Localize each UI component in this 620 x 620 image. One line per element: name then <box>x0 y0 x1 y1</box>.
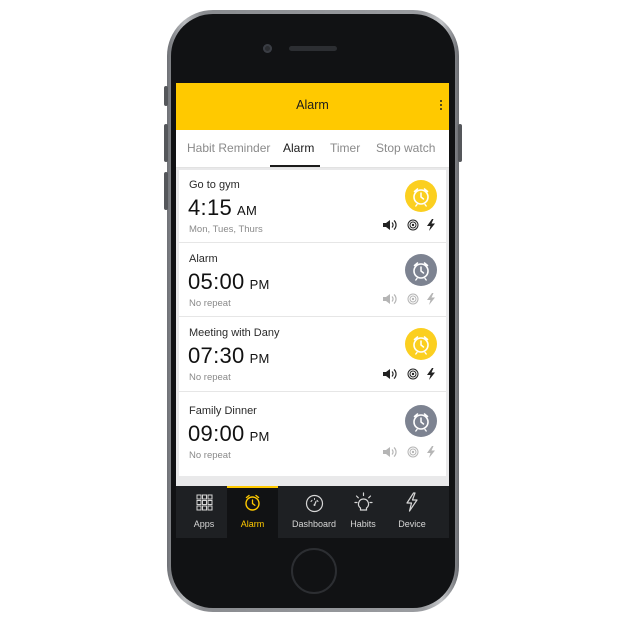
vibrate-icon[interactable] <box>407 293 419 305</box>
alarm-time: 07:30 PM <box>188 343 270 368</box>
alarm-name: Alarm <box>189 253 218 265</box>
alarm-time: 4:15 AM <box>188 195 258 220</box>
mute-switch <box>164 86 168 106</box>
nav-label: Alarm <box>240 519 265 529</box>
tab-timer[interactable]: Timer <box>330 141 360 155</box>
nav-label: Device <box>398 519 426 529</box>
flash-icon[interactable] <box>426 446 436 458</box>
nav-label: Habits <box>350 519 376 529</box>
alarm-repeat: Mon, Tues, Thurs <box>189 224 263 235</box>
active-nav-indicator <box>227 486 278 488</box>
alarm-clock-icon <box>413 336 429 355</box>
flash-icon[interactable] <box>426 293 436 305</box>
alarm-repeat: No repeat <box>189 298 231 309</box>
front-camera <box>263 44 272 53</box>
speaker-icon[interactable] <box>382 293 398 305</box>
tab-stop-watch[interactable]: Stop watch <box>376 141 435 155</box>
vibrate-icon[interactable] <box>407 219 419 231</box>
volume-down-button <box>164 172 168 210</box>
vibrate-icon[interactable] <box>407 446 419 458</box>
power-button <box>458 124 462 162</box>
alarm-repeat: No repeat <box>189 372 231 383</box>
alarm-toggle-button[interactable] <box>405 254 437 286</box>
lightbulb-icon <box>354 492 373 511</box>
app-header: Alarm <box>176 83 449 130</box>
alarm-clock-icon <box>413 188 429 207</box>
speaker-icon[interactable] <box>382 368 398 380</box>
nav-device[interactable]: Device <box>390 486 434 538</box>
alarm-toggle-button[interactable] <box>405 328 437 360</box>
speaker-icon[interactable] <box>382 446 398 458</box>
divider <box>179 316 446 317</box>
earpiece-speaker <box>289 46 337 51</box>
alarm-toggle-button[interactable] <box>405 405 437 437</box>
alarm-clock-icon <box>245 494 260 511</box>
volume-up-button <box>164 124 168 162</box>
flash-icon[interactable] <box>426 368 436 380</box>
app-screen: Alarm Habit Reminder Alarm Timer Stop wa… <box>176 83 449 538</box>
tab-alarm[interactable]: Alarm <box>283 141 314 155</box>
page-title: Alarm <box>296 98 329 112</box>
divider <box>179 242 446 243</box>
alarm-toggle-button[interactable] <box>405 180 437 212</box>
alarm-name: Family Dinner <box>189 405 257 417</box>
flash-icon <box>406 492 418 512</box>
divider <box>179 391 446 392</box>
alarm-repeat: No repeat <box>189 450 231 461</box>
gauge-icon <box>305 494 324 513</box>
nav-label: Apps <box>193 519 215 529</box>
grid-icon <box>196 494 213 511</box>
nav-label: Dashboard <box>291 519 337 529</box>
home-button[interactable] <box>291 548 337 594</box>
tab-bar: Habit Reminder Alarm Timer Stop watch <box>176 130 449 168</box>
alarm-time: 09:00 PM <box>188 421 270 446</box>
alarm-clock-icon <box>413 413 429 432</box>
active-tab-indicator <box>270 165 320 167</box>
alarm-name: Meeting with Dany <box>189 327 280 339</box>
speaker-icon[interactable] <box>382 219 398 231</box>
alarm-clock-icon <box>413 262 429 281</box>
more-vertical-icon[interactable] <box>439 100 443 112</box>
tab-habit-reminder[interactable]: Habit Reminder <box>187 141 270 155</box>
alarm-name: Go to gym <box>189 179 240 191</box>
vibrate-icon[interactable] <box>407 368 419 380</box>
nav-habits[interactable]: Habits <box>342 486 384 538</box>
flash-icon[interactable] <box>426 219 436 231</box>
nav-dashboard[interactable]: Dashboard <box>280 486 348 538</box>
bottom-nav: Apps Alarm Dashboard Habits Device <box>176 486 449 538</box>
alarm-time: 05:00 PM <box>188 269 270 294</box>
nav-alarm[interactable]: Alarm <box>227 486 278 538</box>
nav-apps[interactable]: Apps <box>176 486 232 538</box>
